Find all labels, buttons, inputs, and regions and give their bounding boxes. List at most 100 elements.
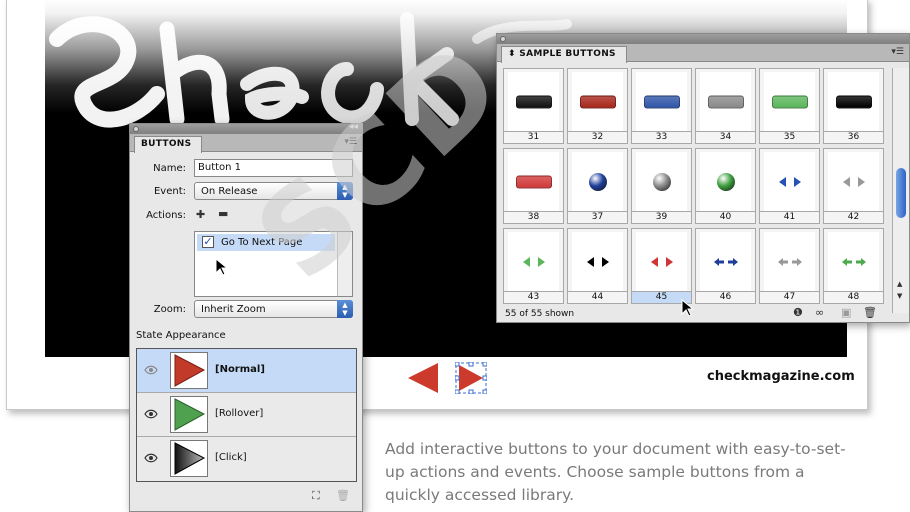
name-label: Name: bbox=[153, 163, 186, 174]
state-row-rollover[interactable]: [Rollover] bbox=[137, 393, 356, 437]
sample-button-cell[interactable]: 42 bbox=[823, 148, 884, 224]
convert-to-object-icon[interactable]: ⛶ bbox=[312, 489, 320, 503]
scrollbar-thumb[interactable] bbox=[896, 168, 906, 218]
caption-text: Add interactive buttons to your document… bbox=[385, 440, 846, 504]
state-row-click[interactable]: [Click] bbox=[137, 437, 356, 481]
remove-action-icon[interactable]: ▬ bbox=[218, 207, 228, 220]
state-appearance-heading: State Appearance bbox=[136, 330, 226, 341]
sample-panel-titlebar[interactable] bbox=[497, 34, 909, 44]
tab-collapse-icon: ⬍ bbox=[508, 49, 516, 59]
trash-icon[interactable]: 🗑 bbox=[336, 489, 350, 502]
sample-button-cell[interactable]: 44 bbox=[567, 228, 628, 304]
actions-label: Actions: bbox=[146, 210, 186, 221]
tab-buttons[interactable]: BUTTONS bbox=[134, 136, 203, 153]
orb-button-icon bbox=[588, 172, 607, 191]
binoculars-icon[interactable]: ∞ bbox=[815, 306, 824, 319]
scroll-up-icon[interactable]: ▲ bbox=[897, 280, 902, 288]
sample-button-preview bbox=[572, 232, 623, 291]
sample-button-cell[interactable]: 33 bbox=[631, 68, 692, 144]
prev-next-triangles-icon bbox=[778, 176, 801, 187]
sample-buttons-grid: 31 32 33 34 35 36 38 37 39 40 41 42 43 44 45 46 47 48 bbox=[503, 68, 884, 313]
sample-button-cell[interactable]: 34 bbox=[695, 68, 756, 144]
sample-scrollbar[interactable]: ▲ ▼ bbox=[892, 68, 909, 313]
sample-button-preview bbox=[636, 152, 687, 211]
sample-button-cell[interactable]: 39 bbox=[631, 148, 692, 224]
zoom-select[interactable]: Inherit Zoom ▲ ▼ bbox=[194, 300, 353, 318]
prev-next-arrows-icon bbox=[713, 257, 738, 266]
sample-button-preview bbox=[572, 72, 623, 131]
cursor-arrow-icon bbox=[215, 258, 229, 276]
tab-sample-buttons-label: SAMPLE BUTTONS bbox=[519, 49, 616, 59]
buttons-panel: ◂◂ BUTTONS ▾☰ Name: Button 1 Event: On R… bbox=[129, 122, 363, 512]
eye-icon[interactable] bbox=[144, 452, 158, 464]
trash-icon[interactable]: 🗑 bbox=[863, 306, 877, 319]
tab-sample-buttons[interactable]: ⬍ SAMPLE BUTTONS bbox=[501, 46, 627, 63]
prev-next-triangles-icon bbox=[522, 256, 545, 267]
orb-button-icon bbox=[652, 172, 671, 191]
sample-buttons-panel: ⬍ SAMPLE BUTTONS ▾☰ 31 32 33 34 35 36 38 37 39 40… bbox=[496, 33, 910, 323]
panel-menu-icon[interactable]: ▾☰ bbox=[891, 47, 904, 57]
list-item[interactable]: ✓ Go To Next Page bbox=[197, 234, 335, 251]
state-thumbnail bbox=[170, 352, 208, 389]
actions-scrollbar[interactable] bbox=[337, 232, 352, 296]
checkbox-checked-icon[interactable]: ✓ bbox=[202, 236, 214, 248]
sample-button-cell[interactable]: 36 bbox=[823, 68, 884, 144]
sample-button-preview bbox=[764, 232, 815, 291]
state-row-normal[interactable]: [Normal] bbox=[137, 349, 356, 393]
state-thumbnail bbox=[170, 440, 208, 477]
sample-button-cell[interactable]: 35 bbox=[759, 68, 820, 144]
sample-button-preview bbox=[828, 72, 879, 131]
pill-button-icon bbox=[835, 95, 872, 108]
add-action-icon[interactable]: ✚ bbox=[196, 208, 205, 221]
sample-button-preview bbox=[508, 232, 559, 291]
panel-menu-icon[interactable]: ▾☰ bbox=[344, 137, 357, 147]
scroll-down-icon[interactable]: ▼ bbox=[897, 292, 902, 300]
document-right-arrow-button[interactable] bbox=[455, 362, 487, 394]
sample-button-cell[interactable]: 32 bbox=[567, 68, 628, 144]
state-label: [Click] bbox=[215, 452, 247, 463]
state-label: [Normal] bbox=[215, 364, 265, 375]
sample-button-preview bbox=[508, 152, 559, 211]
sample-button-cell[interactable]: 40 bbox=[695, 148, 756, 224]
sample-button-number: 44 bbox=[568, 291, 627, 303]
name-field[interactable]: Button 1 bbox=[194, 159, 353, 177]
prev-next-triangles-icon bbox=[586, 256, 609, 267]
eye-icon[interactable] bbox=[144, 364, 158, 376]
event-select[interactable]: On Release ▲ ▼ bbox=[194, 182, 353, 200]
sample-button-cell[interactable]: 46 bbox=[695, 228, 756, 304]
buttons-panel-titlebar[interactable]: ◂◂ bbox=[130, 122, 362, 134]
eye-icon[interactable] bbox=[144, 408, 158, 420]
prev-next-triangles-icon bbox=[842, 176, 865, 187]
event-select-value: On Release bbox=[201, 186, 258, 197]
pill-button-icon bbox=[515, 95, 552, 108]
new-item-icon[interactable]: ▣ bbox=[841, 306, 851, 319]
sample-button-cell[interactable]: 31 bbox=[503, 68, 564, 144]
info-icon[interactable]: ❶ bbox=[793, 306, 803, 319]
sample-button-cell[interactable]: 48 bbox=[823, 228, 884, 304]
event-label: Event: bbox=[153, 186, 186, 197]
sample-panel-tabbar: ⬍ SAMPLE BUTTONS ▾☰ bbox=[497, 44, 909, 63]
sample-button-number: 36 bbox=[824, 131, 883, 143]
sample-button-cell[interactable]: 37 bbox=[567, 148, 628, 224]
sample-button-number: 46 bbox=[696, 291, 755, 303]
sample-button-preview bbox=[764, 72, 815, 131]
close-icon[interactable] bbox=[133, 126, 139, 132]
sample-button-cell[interactable]: 45 bbox=[631, 228, 692, 304]
sample-button-preview bbox=[828, 232, 879, 291]
states-list: [Normal] [Rollover] [Click] bbox=[136, 348, 357, 482]
sample-button-preview bbox=[700, 232, 751, 291]
sample-button-number: 41 bbox=[760, 211, 819, 223]
state-label: [Rollover] bbox=[215, 408, 264, 419]
stepper-arrows-icon: ▲ ▼ bbox=[337, 300, 353, 318]
sample-button-cell[interactable]: 41 bbox=[759, 148, 820, 224]
zoom-select-value: Inherit Zoom bbox=[201, 304, 266, 315]
sample-button-number: 40 bbox=[696, 211, 755, 223]
sample-button-cell[interactable]: 47 bbox=[759, 228, 820, 304]
actions-list[interactable]: ✓ Go To Next Page bbox=[194, 231, 353, 297]
sample-button-cell[interactable]: 38 bbox=[503, 148, 564, 224]
close-icon[interactable] bbox=[500, 36, 506, 42]
collapse-icon[interactable]: ◂◂ bbox=[349, 122, 358, 132]
sample-button-cell[interactable]: 43 bbox=[503, 228, 564, 304]
sample-button-number: 38 bbox=[504, 211, 563, 223]
sample-button-preview bbox=[572, 152, 623, 211]
